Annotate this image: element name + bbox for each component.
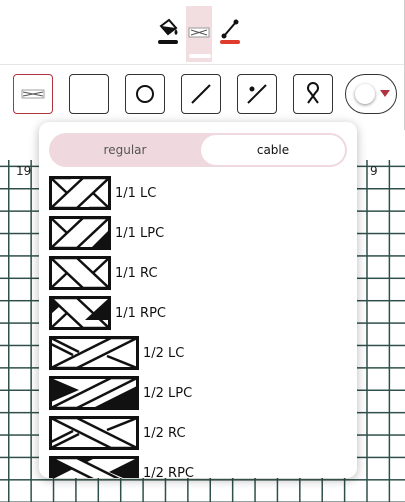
circle-button[interactable] [125,74,165,114]
fill-bucket-tool[interactable] [154,12,182,50]
item-label: 1/1 LC [115,185,157,201]
line-tool[interactable] [216,12,244,50]
list-item[interactable]: 1/1 RC [49,256,158,290]
cable-symbol-icon [21,89,45,99]
item-label: 1/2 LC [143,345,185,361]
symbol-popup: regular cable 1/1 LC 1/1 LPC 1/1 RC 1/1 … [39,122,357,478]
list-item[interactable]: 1/2 RC [49,416,186,450]
list-item[interactable]: 1/2 LPC [49,376,192,410]
cable-1-2-lc-icon [49,336,139,370]
slash-dot-icon [247,84,267,104]
list-item[interactable]: 1/2 LC [49,336,184,370]
list-item[interactable]: 1/2 RPC [49,456,194,478]
color-swatch [355,84,375,104]
column-number-left: 19 [16,164,32,178]
slash-dot-button[interactable] [237,74,277,114]
color-picker[interactable] [345,74,397,114]
cable-tool-icon [188,27,210,38]
item-label: 1/1 RC [115,265,158,281]
loop-button[interactable] [293,74,333,114]
chevron-down-icon [380,90,390,97]
empty-square-button[interactable] [69,74,109,114]
cable-1-1-lpc-icon [49,216,111,250]
tab-regular[interactable]: regular [51,135,199,165]
cable-tool[interactable] [186,6,212,62]
cable-1-1-lc-icon [49,176,111,210]
symbol-toolbar [0,65,405,127]
item-label: 1/1 RPC [115,305,167,321]
item-label: 1/2 LPC [143,385,193,401]
cable-1-1-rc-icon [49,256,111,290]
top-toolbar [0,0,405,64]
cable-symbol-button[interactable] [13,74,53,114]
item-label: 1/2 RPC [143,465,195,479]
cable-1-2-lpc-icon [49,376,139,410]
toolbar-right-edge [401,0,405,130]
symbol-type-toggle: regular cable [49,133,347,167]
slash-button[interactable] [181,74,221,114]
circle-icon [136,85,154,103]
line-tool-icon [220,19,240,44]
list-item[interactable]: 1/1 LPC [49,216,164,250]
fill-bucket-icon [158,18,178,44]
column-number-right: 9 [370,164,378,178]
item-label: 1/1 LPC [115,225,165,241]
cable-1-2-rc-icon [49,416,139,450]
item-label: 1/2 RC [143,425,186,441]
list-item[interactable]: 1/1 RPC [49,296,166,330]
loop-icon [307,82,319,104]
tab-cable[interactable]: cable [201,135,345,165]
cable-1-2-rpc-icon [49,456,139,478]
cable-1-1-rpc-icon [49,296,111,330]
list-item[interactable]: 1/1 LC [49,176,156,210]
slash-icon [191,84,211,104]
